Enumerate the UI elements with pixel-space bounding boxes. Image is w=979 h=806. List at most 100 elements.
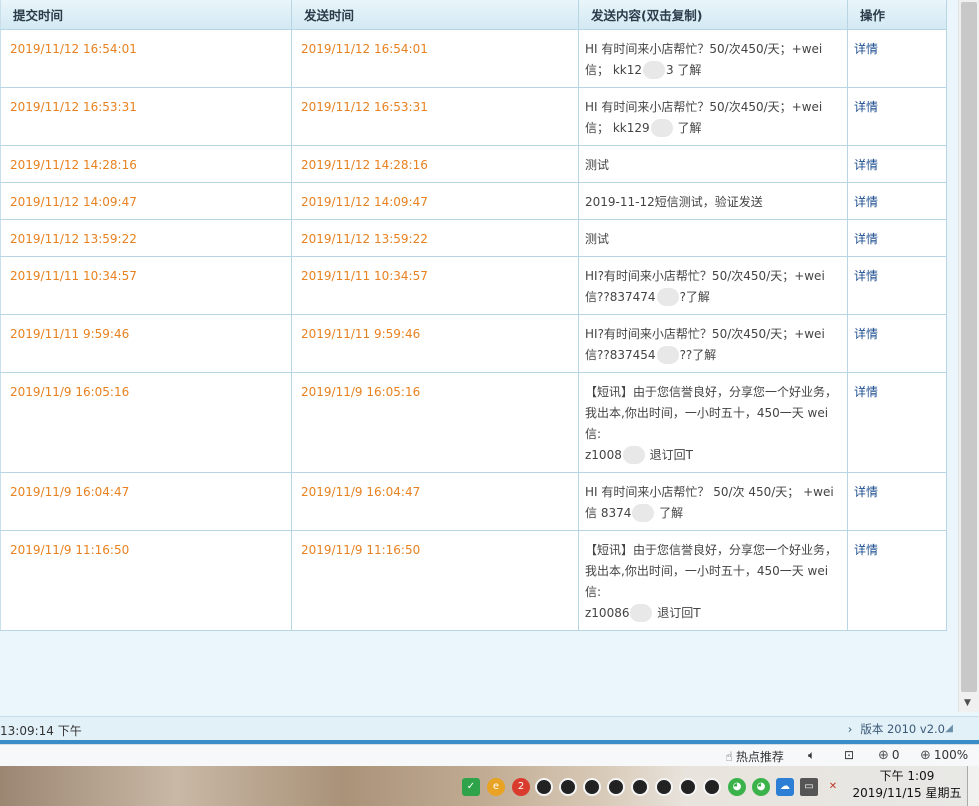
message-content-cell[interactable]: HI 有时间来小店帮忙？50/次450/天；+wei 信； kk129 了解: [578, 86, 848, 146]
main-content: 提交时间 发送时间 发送内容(双击复制) 操作 2019/11/12 16:54…: [0, 0, 958, 712]
details-link[interactable]: 详情: [847, 218, 947, 257]
column-header-submit-time[interactable]: 提交时间: [0, 0, 292, 30]
taskbar-clock[interactable]: 下午 1:09 2019/11/15 星期五: [848, 768, 966, 802]
caret-right-icon: ›: [847, 722, 853, 736]
message-content-cell[interactable]: 【短讯】由于您信誉良好，分享您一个好业务， 我出本,你出时间，一小时五十，450一…: [578, 529, 848, 631]
scrollbar-thumb[interactable]: [961, 2, 977, 692]
submit-time-cell: 2019/11/12 14:28:16: [0, 144, 292, 183]
download-icon[interactable]: ⊡: [844, 748, 854, 762]
table-row: 2019/11/11 10:34:57 2019/11/11 10:34:57 HI…: [0, 255, 947, 315]
column-header-action: 操作: [847, 0, 947, 30]
vertical-scrollbar[interactable]: ▼: [958, 0, 979, 712]
qq-icon[interactable]: [535, 778, 553, 796]
details-link[interactable]: 详情: [847, 28, 947, 88]
redacted-blur: [656, 346, 679, 364]
submit-time-cell: 2019/11/12 13:59:22: [0, 218, 292, 257]
redacted-blur: [642, 61, 665, 79]
show-desktop-button[interactable]: [967, 766, 979, 806]
message-line: HI 有时间来小店帮忙？ 50/次 450/天； +wei: [585, 484, 834, 499]
table-row: 2019/11/9 16:05:16 2019/11/9 16:05:16 【短讯】…: [0, 371, 947, 473]
send-time-cell: 2019/11/11 9:59:46: [291, 313, 579, 373]
speaker-icon[interactable]: 🔈︎: [808, 748, 815, 763]
details-link[interactable]: 详情: [847, 471, 947, 531]
browser-icon[interactable]: e: [487, 778, 505, 796]
send-time-cell: 2019/11/12 16:53:31: [291, 86, 579, 146]
message-content-cell[interactable]: HI?有时间来小店帮忙？50/次450/天；+wei 信??837474 ?了解: [578, 255, 848, 315]
message-line: HI 有时间来小店帮忙？50/次450/天；+wei: [585, 99, 823, 114]
message-line: 测试: [585, 157, 610, 172]
qq-icon[interactable]: [631, 778, 649, 796]
table-row: 2019/11/12 14:28:16 2019/11/12 14:28:16 测试…: [0, 144, 947, 183]
message-line: 【短讯】由于您信誉良好，分享您一个好业务，: [585, 542, 838, 557]
table-header-row: 提交时间 发送时间 发送内容(双击复制) 操作: [0, 0, 947, 30]
security-check-icon[interactable]: ✓: [462, 778, 480, 796]
adblock-button[interactable]: ⊕ 0: [878, 748, 900, 763]
notification-icon[interactable]: 2: [512, 778, 530, 796]
table-row: 2019/11/12 16:54:01 2019/11/12 16:54:01 HI…: [0, 28, 947, 88]
message-content-cell[interactable]: HI 有时间来小店帮忙？50/次450/天；+wei 信； kk12 3 了解: [578, 28, 848, 88]
shield-icon: ⊕: [878, 748, 889, 763]
submit-time-cell: 2019/11/12 14:09:47: [0, 181, 292, 220]
qq-icon[interactable]: [559, 778, 577, 796]
windows-taskbar: ✓ e 2 ◕ ◕ ☁ ▭ ✕ 下午 1:09 2019/11/15 星期五: [0, 766, 979, 806]
message-line: 测试: [585, 231, 610, 246]
qq-icon[interactable]: [703, 778, 721, 796]
details-link[interactable]: 详情: [847, 181, 947, 220]
table-row: 2019/11/11 9:59:46 2019/11/11 9:59:46 HI?有…: [0, 313, 947, 373]
qq-icon[interactable]: [583, 778, 601, 796]
table-row: 2019/11/9 11:16:50 2019/11/9 11:16:50 【短讯】…: [0, 529, 947, 631]
submit-time-cell: 2019/11/9 16:04:47: [0, 471, 292, 531]
message-content-cell[interactable]: HI?有时间来小店帮忙？50/次450/天；+wei 信??837454 ??了解: [578, 313, 848, 373]
submit-time-cell: 2019/11/9 16:05:16: [0, 371, 292, 473]
message-line: 信??837474 ?了解: [585, 287, 841, 308]
sms-record-table: 提交时间 发送时间 发送内容(双击复制) 操作 2019/11/12 16:54…: [0, 0, 947, 631]
zoom-icon: ⊕: [920, 748, 931, 763]
details-link[interactable]: 详情: [847, 371, 947, 473]
message-content-cell[interactable]: HI 有时间来小店帮忙？ 50/次 450/天； +wei 信 8374 了解: [578, 471, 848, 531]
table-row: 2019/11/12 13:59:22 2019/11/12 13:59:22 测试…: [0, 218, 947, 257]
message-line: 【短讯】由于您信誉良好，分享您一个好业务，: [585, 384, 838, 399]
message-line: 2019-11-12短信测试，验证发送: [585, 194, 763, 209]
submit-time-cell: 2019/11/12 16:53:31: [0, 86, 292, 146]
message-line: 信 8374 了解: [585, 503, 841, 524]
redacted-blur: [630, 604, 653, 622]
message-content-cell[interactable]: 测试: [578, 144, 848, 183]
send-time-cell: 2019/11/11 10:34:57: [291, 255, 579, 315]
message-line: 我出本,你出时间，一小时五十，450一天 wei信:: [585, 405, 829, 441]
details-link[interactable]: 详情: [847, 255, 947, 315]
resize-grip-icon[interactable]: ◢: [945, 723, 953, 734]
table-row: 2019/11/12 14:09:47 2019/11/12 14:09:47 20…: [0, 181, 947, 220]
message-line: 信??837454 ??了解: [585, 345, 841, 366]
wechat-icon[interactable]: ◕: [752, 778, 770, 796]
send-time-cell: 2019/11/12 13:59:22: [291, 218, 579, 257]
cloud-icon[interactable]: ☁: [776, 778, 794, 796]
details-link[interactable]: 详情: [847, 86, 947, 146]
send-time-cell: 2019/11/9 16:05:16: [291, 371, 579, 473]
qq-icon[interactable]: [679, 778, 697, 796]
details-link[interactable]: 详情: [847, 144, 947, 183]
message-content-cell[interactable]: 测试: [578, 218, 848, 257]
zoom-button[interactable]: ⊕ 100%: [920, 748, 968, 763]
message-content-cell[interactable]: 【短讯】由于您信誉良好，分享您一个好业务， 我出本,你出时间，一小时五十，450一…: [578, 371, 848, 473]
column-header-content[interactable]: 发送内容(双击复制): [578, 0, 848, 30]
mute-icon[interactable]: ✕: [824, 778, 842, 796]
redacted-blur: [650, 119, 673, 137]
send-time-cell: 2019/11/12 14:28:16: [291, 144, 579, 183]
send-time-cell: 2019/11/9 11:16:50: [291, 529, 579, 631]
qq-icon[interactable]: [607, 778, 625, 796]
redacted-blur: [632, 504, 655, 522]
wechat-icon[interactable]: ◕: [728, 778, 746, 796]
hot-recommend-button[interactable]: ☝ 热点推荐: [725, 748, 784, 765]
message-content-cell[interactable]: 2019-11-12短信测试，验证发送: [578, 181, 848, 220]
details-link[interactable]: 详情: [847, 529, 947, 631]
message-line: HI?有时间来小店帮忙？50/次450/天；+wei: [585, 268, 825, 283]
column-header-send-time[interactable]: 发送时间: [291, 0, 579, 30]
details-link[interactable]: 详情: [847, 313, 947, 373]
message-line: z1008 退订回T: [585, 445, 841, 466]
scroll-down-arrow-icon[interactable]: ▼: [964, 698, 971, 708]
message-line: HI?有时间来小店帮忙？50/次450/天；+wei: [585, 326, 825, 341]
display-icon[interactable]: ▭: [800, 778, 818, 796]
message-line: z10086 退订回T: [585, 603, 841, 624]
qq-icon[interactable]: [655, 778, 673, 796]
send-time-cell: 2019/11/12 14:09:47: [291, 181, 579, 220]
